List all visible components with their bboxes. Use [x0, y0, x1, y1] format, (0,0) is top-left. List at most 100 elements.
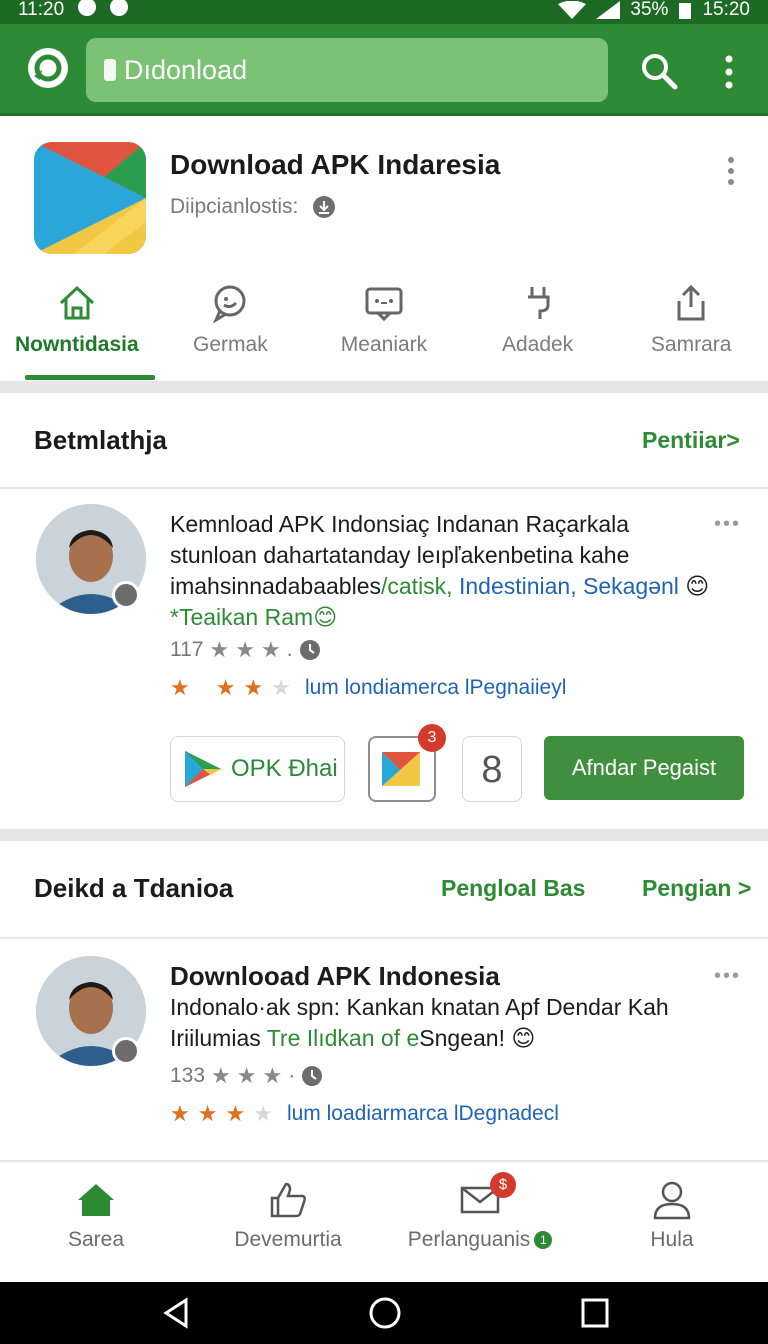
- bottom-nav-messages[interactable]: $ Perlanguanis 1: [384, 1162, 576, 1282]
- star-icon: ★: [260, 637, 281, 662]
- system-nav-bar: [0, 1282, 768, 1344]
- star-icon: ★: [209, 637, 230, 662]
- app-title: Download APK Indaresia: [170, 149, 501, 180]
- post-link[interactable]: Indestinian, Sekagənl: [459, 573, 679, 599]
- section-see-all-link[interactable]: Pengian >: [642, 875, 751, 902]
- stars-line: ★ ★ ★ ★ lum londiamerca lPegnaiieyl: [170, 675, 566, 701]
- post-more-button[interactable]: •••: [714, 965, 741, 988]
- bottom-nav-profile[interactable]: Hula: [576, 1162, 768, 1282]
- rating-count: 133: [170, 1064, 206, 1087]
- post-line: *Teaikan Ram😊: [170, 602, 750, 633]
- section-title: Betmlathja: [34, 425, 167, 455]
- small-count-badge: 1: [534, 1231, 553, 1249]
- tab-chat[interactable]: Germak: [154, 279, 308, 381]
- action-row: OPK Ðhai 3 8 Afndar Pegaist: [0, 724, 768, 802]
- download-icon[interactable]: [312, 195, 336, 219]
- opk-button-label: OPK Ðhai: [231, 755, 338, 782]
- section-divider: [0, 829, 768, 841]
- person-icon: [653, 1181, 691, 1220]
- post-title: Downlooad APK Indonesia: [170, 961, 500, 991]
- bottom-nav-label: Perlanguanis 1: [384, 1228, 576, 1252]
- bottom-nav-label: Hula: [650, 1228, 694, 1251]
- tab-home[interactable]: Nowntidasia: [0, 279, 155, 381]
- battery-percent: 35%: [630, 0, 669, 20]
- notification-badge: 3: [418, 724, 446, 752]
- search-input[interactable]: Dıdonload: [86, 38, 608, 102]
- status-time-right: 15:20: [702, 0, 750, 20]
- tab-active-indicator: [25, 375, 155, 380]
- tab-label: Meaniark: [340, 333, 428, 356]
- tab-share[interactable]: Samrara: [614, 279, 768, 381]
- tab-label: Adadek: [501, 333, 574, 356]
- bottom-nav-home[interactable]: Sarea: [0, 1162, 192, 1282]
- star-icon: ★: [197, 1101, 218, 1126]
- bottom-nav-likes[interactable]: Devemurtia: [192, 1162, 384, 1282]
- notification-icon: [78, 0, 97, 16]
- stars-line: ★ ★ ★ ★ lum loadiarmarca lDegnadecl: [170, 1101, 559, 1127]
- primary-action-button[interactable]: Afndar Pegaist: [544, 736, 744, 800]
- play-store-app-icon: [34, 142, 146, 254]
- status-bar: 11:20 35% 15:20: [0, 0, 768, 24]
- home-icon: [59, 285, 94, 320]
- bottom-nav-badge: $: [490, 1172, 516, 1198]
- refresh-logo-icon[interactable]: [26, 46, 70, 90]
- plug-icon: [527, 287, 550, 319]
- bottom-nav-label-text: Perlanguanis: [407, 1228, 531, 1251]
- smile-emoji-icon: 😊: [685, 573, 710, 599]
- rating-count-line: 133 ★ ★ ★ ·: [170, 1063, 323, 1089]
- tab-message[interactable]: Meaniark: [307, 279, 461, 381]
- chat-icon: [213, 285, 246, 323]
- avatar-badge-icon: [112, 581, 140, 609]
- section-see-all-link[interactable]: Pentiiar>: [642, 427, 740, 454]
- notification-icon-2: [110, 0, 129, 16]
- status-time-left: 11:20: [18, 0, 65, 20]
- star-icon: ★: [170, 1101, 190, 1126]
- star-icon: ★: [262, 1063, 283, 1088]
- rating-count: 117: [170, 638, 204, 661]
- recents-icon[interactable]: [580, 1296, 610, 1330]
- section-middle-link[interactable]: Pengloal Bas: [441, 875, 585, 902]
- bottom-nav-label: Sarea: [67, 1228, 125, 1251]
- star-icon: ★: [271, 675, 291, 700]
- app-header: Download APK Indaresia Diipcianlostis: N…: [0, 119, 768, 381]
- post-body: Downlooad APK Indonesia Indonalo·ak spn:…: [170, 961, 750, 1054]
- stars-label[interactable]: lum londiamerca lPegnaiieyl: [305, 676, 566, 700]
- smile-emoji-icon: 😊: [511, 1025, 536, 1051]
- star-icon: ★: [170, 675, 190, 700]
- app-bar: Dıdonload: [0, 24, 768, 116]
- tab-plug[interactable]: Adadek: [461, 279, 615, 381]
- post-link[interactable]: Tre Ilıdkan of e: [267, 1025, 420, 1051]
- post-text-segment: imahsinnadabaables: [170, 573, 381, 599]
- opk-button[interactable]: OPK Ðhai: [170, 736, 345, 802]
- tab-bar: Nowntidasia Germak Meaniark Adadek Samra…: [0, 279, 768, 381]
- post-body: Kemnload APK Indonsiaç Indanan Raçarkala…: [170, 509, 750, 633]
- post-more-button[interactable]: •••: [714, 513, 741, 536]
- more-vert-icon[interactable]: [722, 54, 736, 90]
- back-icon[interactable]: [160, 1296, 192, 1330]
- post-line: Kemnload APK Indonsiaç Indanan Raçarkala: [170, 511, 630, 537]
- section-title: Deikd a Tdanioa: [34, 873, 234, 903]
- post-tag[interactable]: *Teaikan Ram: [170, 604, 313, 630]
- star-icon: ★: [243, 675, 264, 700]
- app-subtitle-text: Diipcianlostis:: [170, 195, 299, 218]
- post-line: Indonalo·ak spn: Kankan knatan Apf Denda…: [170, 994, 669, 1020]
- app-subtitle: Diipcianlostis:: [170, 195, 336, 219]
- search-icon[interactable]: [640, 52, 678, 90]
- tab-label: Germak: [193, 333, 268, 356]
- clock-icon: [302, 1066, 323, 1086]
- section-header: Deikd a Tdanioa Pengloal Bas Pengian >: [0, 841, 768, 933]
- wifi-icon: [558, 1, 587, 19]
- home-circle-icon[interactable]: [368, 1296, 402, 1330]
- app-more-icon[interactable]: [724, 155, 738, 187]
- stars-label[interactable]: lum loadiarmarca lDegnadecl: [287, 1102, 559, 1126]
- play-icon: [185, 751, 221, 787]
- bottom-nav: Sarea Devemurtia $ Perlanguanis 1 Hula: [0, 1160, 768, 1282]
- battery-icon: [679, 3, 692, 19]
- eight-button[interactable]: 8: [462, 736, 522, 802]
- post-link[interactable]: /catisk,: [381, 573, 453, 599]
- clock-icon: [299, 640, 320, 660]
- star-icon: ★: [225, 1101, 246, 1126]
- section-divider: [0, 381, 768, 393]
- tab-label: Nowntidasia: [14, 333, 139, 356]
- rating-count-line: 117 ★ ★ ★ .: [170, 637, 321, 663]
